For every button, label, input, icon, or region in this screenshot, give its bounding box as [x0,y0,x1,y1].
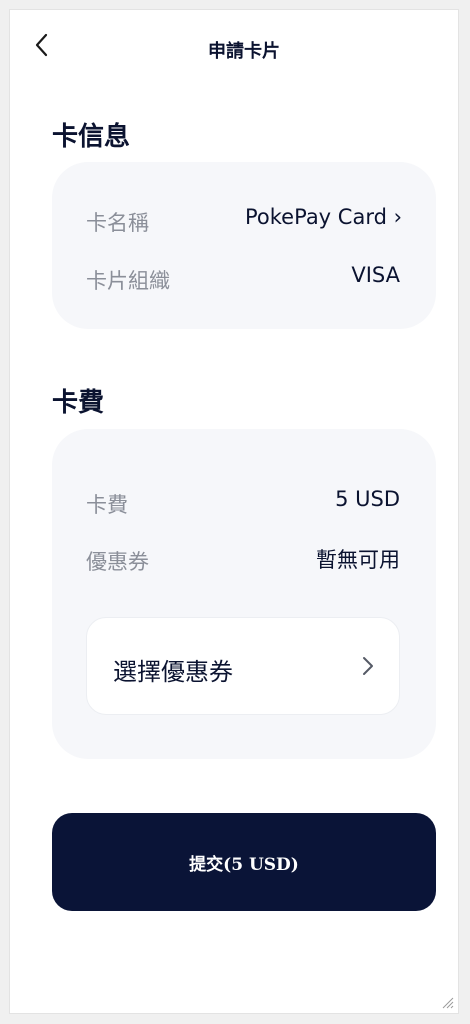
select-coupon-button[interactable]: 選擇優惠券 [86,617,400,715]
section-title-card-info: 卡信息 [52,122,131,152]
submit-label: 提交(5 USD) [189,854,299,875]
fee-value: 5 USD [335,487,400,511]
card-network-label: 卡片組織 [86,269,170,293]
fee-label: 卡費 [86,493,128,517]
section-title-card-fee: 卡費 [52,388,105,418]
resize-grip-icon[interactable] [440,995,454,1009]
card-network-value: VISA [351,263,400,287]
select-coupon-label: 選擇優惠券 [113,658,233,686]
chevron-right-icon [363,657,373,675]
page-title: 申請卡片 [208,41,280,62]
coupon-label: 優惠券 [86,550,149,574]
submit-button[interactable]: 提交(5 USD) [52,813,436,911]
card-fee-panel: 卡費 5 USD 優惠券 暫無可用 選擇優惠券 [52,429,436,759]
app-window: 申請卡片 卡信息 卡名稱 PokePay Card › 卡片組織 VISA 卡費… [9,9,459,1014]
coupon-value: 暫無可用 [316,548,400,572]
card-name-value[interactable]: PokePay Card › [245,205,402,229]
card-name-label: 卡名稱 [86,211,149,235]
card-info-panel: 卡名稱 PokePay Card › 卡片組織 VISA [52,162,436,329]
